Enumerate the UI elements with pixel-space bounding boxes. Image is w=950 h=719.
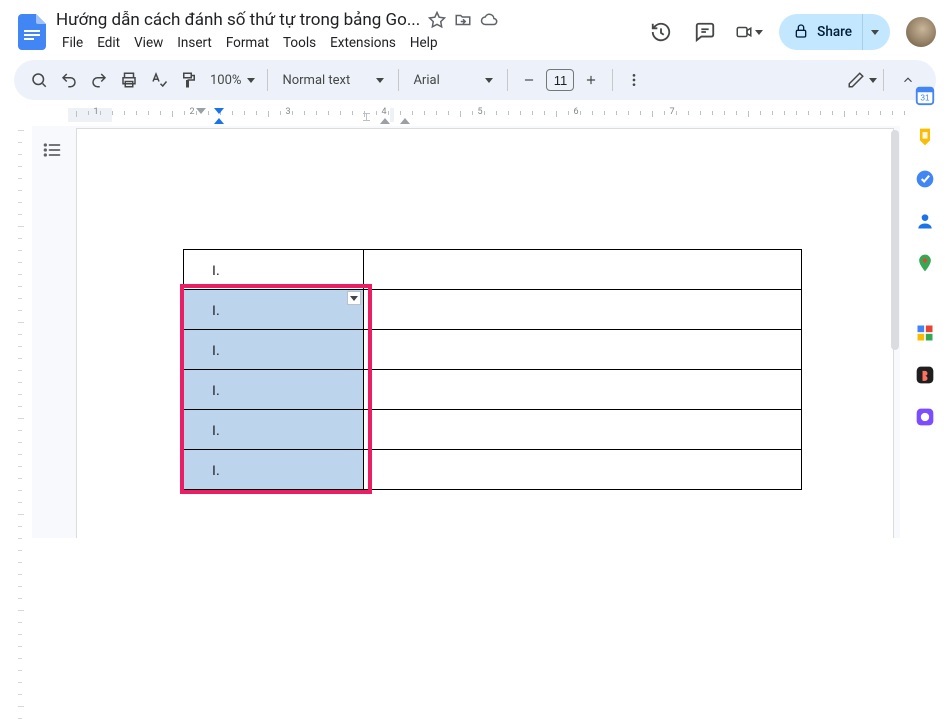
comments-icon[interactable] bbox=[691, 18, 719, 46]
table-row[interactable]: I. bbox=[184, 450, 802, 490]
table-cell[interactable]: I. bbox=[184, 410, 364, 450]
editing-mode-icon[interactable] bbox=[847, 65, 877, 95]
spellcheck-icon[interactable] bbox=[144, 65, 174, 95]
zoom-select[interactable]: 100% bbox=[204, 73, 261, 88]
menu-format[interactable]: Format bbox=[220, 33, 275, 53]
table-cell[interactable] bbox=[364, 290, 802, 330]
table-row[interactable]: I. bbox=[184, 250, 802, 290]
table-cell[interactable] bbox=[364, 370, 802, 410]
menu-file[interactable]: File bbox=[56, 33, 89, 53]
vertical-ruler[interactable] bbox=[14, 130, 28, 538]
page[interactable]: I.I.I.I.I.I. bbox=[76, 128, 894, 538]
svg-text:31: 31 bbox=[920, 94, 930, 103]
contacts-icon[interactable] bbox=[914, 210, 936, 232]
redo-icon[interactable] bbox=[84, 65, 114, 95]
table-row[interactable]: I. bbox=[184, 290, 802, 330]
font-size-input[interactable] bbox=[546, 69, 574, 91]
table-row[interactable]: I. bbox=[184, 410, 802, 450]
share-label: Share bbox=[811, 24, 862, 40]
keep-icon[interactable] bbox=[914, 126, 936, 148]
undo-icon[interactable] bbox=[54, 65, 84, 95]
font-select[interactable]: Arial bbox=[405, 73, 501, 88]
font-size-group bbox=[514, 65, 606, 95]
font-size-decrease[interactable] bbox=[514, 65, 544, 95]
table-cell[interactable]: I. bbox=[184, 450, 364, 490]
table-cell[interactable] bbox=[364, 450, 802, 490]
table-cell[interactable] bbox=[364, 250, 802, 290]
docs-logo[interactable] bbox=[14, 14, 50, 50]
table-cell[interactable]: I. bbox=[184, 250, 364, 290]
menu-edit[interactable]: Edit bbox=[91, 33, 126, 53]
lock-icon bbox=[793, 23, 811, 41]
cloud-status-icon[interactable] bbox=[480, 11, 498, 29]
menu-tools[interactable]: Tools bbox=[277, 33, 322, 53]
canvas: I.I.I.I.I.I. bbox=[32, 126, 900, 538]
search-icon[interactable] bbox=[24, 65, 54, 95]
vertical-scrollbar[interactable] bbox=[890, 130, 900, 538]
table-row[interactable]: I. bbox=[184, 330, 802, 370]
table-cell[interactable]: I. bbox=[184, 290, 364, 330]
calendar-icon[interactable]: 31 bbox=[914, 84, 936, 106]
menu-bar: File Edit View Insert Format Tools Exten… bbox=[56, 32, 635, 54]
meet-icon[interactable] bbox=[735, 18, 763, 46]
history-icon[interactable] bbox=[647, 18, 675, 46]
scrollbar-thumb[interactable] bbox=[891, 130, 899, 350]
header: Hướng dẫn cách đánh số thứ tự trong bảng… bbox=[0, 0, 950, 58]
header-actions: Share bbox=[647, 14, 936, 50]
move-icon[interactable] bbox=[454, 11, 472, 29]
document-table[interactable]: I.I.I.I.I.I. bbox=[183, 249, 802, 490]
table-row[interactable]: I. bbox=[184, 370, 802, 410]
menu-extensions[interactable]: Extensions bbox=[324, 33, 402, 53]
addon-purple-icon[interactable] bbox=[914, 406, 936, 428]
menu-help[interactable]: Help bbox=[404, 33, 444, 53]
table-cell[interactable] bbox=[364, 410, 802, 450]
star-icon[interactable] bbox=[428, 11, 446, 29]
table-cell[interactable]: I. bbox=[184, 330, 364, 370]
tasks-icon[interactable] bbox=[914, 168, 936, 190]
maps-icon[interactable] bbox=[914, 252, 936, 274]
paint-format-icon[interactable] bbox=[174, 65, 204, 95]
paragraph-style-select[interactable]: Normal text bbox=[274, 73, 392, 88]
doc-title[interactable]: Hướng dẫn cách đánh số thứ tự trong bảng… bbox=[56, 10, 420, 30]
addon-dark-icon[interactable] bbox=[914, 364, 936, 386]
share-button[interactable]: Share bbox=[779, 14, 890, 50]
horizontal-ruler[interactable]: 1234567 bbox=[68, 108, 896, 126]
title-block: Hướng dẫn cách đánh số thứ tự trong bảng… bbox=[50, 10, 635, 54]
document-outline-icon[interactable] bbox=[38, 136, 66, 164]
share-more-icon[interactable] bbox=[862, 14, 886, 50]
more-formatting-icon[interactable] bbox=[619, 65, 649, 95]
table-cell[interactable] bbox=[364, 330, 802, 370]
avatar[interactable] bbox=[906, 17, 936, 47]
menu-insert[interactable]: Insert bbox=[171, 33, 218, 53]
print-icon[interactable] bbox=[114, 65, 144, 95]
font-size-increase[interactable] bbox=[576, 65, 606, 95]
menu-view[interactable]: View bbox=[128, 33, 169, 53]
toolbar: 100% Normal text Arial bbox=[14, 60, 936, 100]
addon-colorful-icon[interactable] bbox=[914, 322, 936, 344]
cell-dropdown-handle[interactable] bbox=[347, 291, 361, 305]
table-cell[interactable]: I. bbox=[184, 370, 364, 410]
side-panel: 31 bbox=[900, 70, 950, 538]
